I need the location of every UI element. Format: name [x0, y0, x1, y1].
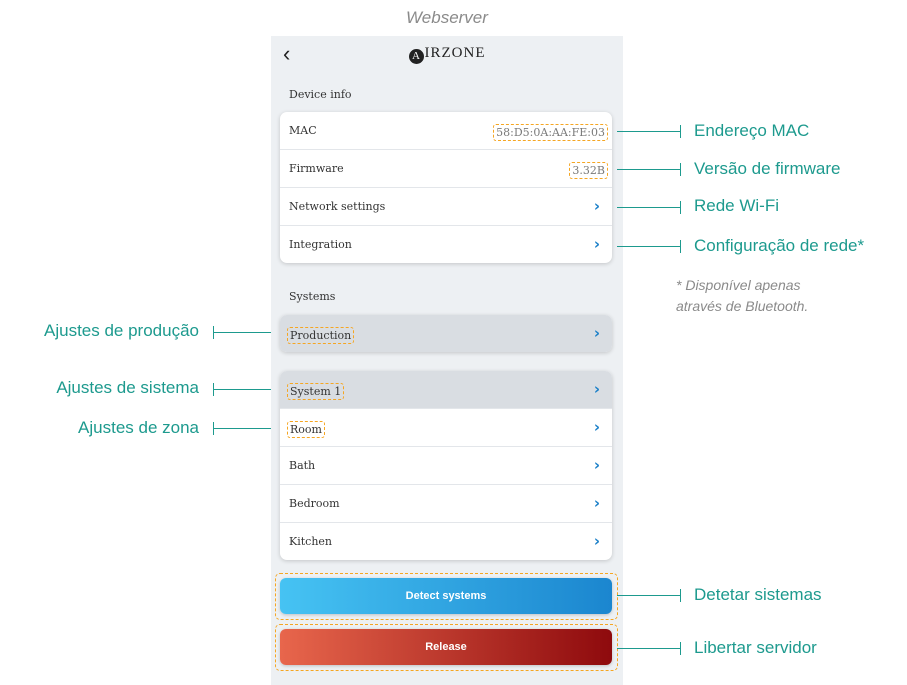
- network-settings-row[interactable]: Network settings ›: [280, 188, 612, 226]
- zone-label: Bath: [289, 459, 316, 472]
- mac-label: MAC: [289, 124, 317, 137]
- device-info-title: Device info: [289, 88, 352, 101]
- annotation-connector: [213, 383, 271, 396]
- annotation-release: Libertar servidor: [694, 638, 817, 657]
- zone-row[interactable]: Kitchen ›: [280, 523, 612, 560]
- annotation-mac: Endereço MAC: [694, 121, 810, 140]
- network-settings-label: Network settings: [289, 200, 386, 213]
- annotation-zone: Ajustes de zona: [78, 418, 199, 437]
- mac-row: MAC 58:D5:0A:AA:FE:03: [280, 112, 612, 150]
- chevron-right-icon: ›: [593, 532, 600, 550]
- zone-label: Kitchen: [289, 535, 332, 548]
- systems-card: System 1 › Room › Bath › Bedroom › Kitch…: [280, 371, 612, 560]
- chevron-right-icon: ›: [593, 197, 600, 215]
- note-line: através de Bluetooth.: [676, 298, 809, 314]
- zone-row[interactable]: Bedroom ›: [280, 485, 612, 523]
- zone-label: Bedroom: [289, 497, 340, 510]
- integration-label: Integration: [289, 238, 352, 251]
- chevron-right-icon: ›: [593, 324, 600, 342]
- annotation-system: Ajustes de sistema: [56, 378, 199, 397]
- system-label: System 1: [287, 383, 345, 400]
- production-label: Production: [287, 327, 355, 344]
- note-line: * Disponível apenas: [676, 277, 801, 293]
- annotation-detect: Detetar sistemas: [694, 585, 822, 604]
- detect-systems-button[interactable]: Detect systems: [280, 578, 612, 614]
- chevron-right-icon: ›: [593, 380, 600, 398]
- release-button[interactable]: Release: [280, 629, 612, 665]
- firmware-row: Firmware 3.32B: [280, 150, 612, 188]
- annotation-connector: [617, 589, 681, 602]
- annotation-network: Configuração de rede*: [694, 236, 865, 255]
- annotation-connector: [617, 240, 681, 253]
- zone-label: Room: [287, 421, 325, 438]
- logo-a-icon: A: [408, 49, 424, 64]
- mac-value: 58:D5:0A:AA:FE:03: [493, 124, 608, 141]
- annotation-production: Ajustes de produção: [44, 321, 199, 340]
- phone-screen: ‹ A IRZONE Device info MAC 58:D5:0A:AA:FE…: [271, 36, 623, 685]
- annotation-connector: [213, 422, 271, 435]
- annotation-connector: [213, 326, 271, 339]
- chevron-right-icon: ›: [593, 494, 600, 512]
- integration-row[interactable]: Integration ›: [280, 226, 612, 263]
- webserver-caption: Webserver: [406, 8, 488, 27]
- chevron-right-icon: ›: [593, 418, 600, 436]
- logo-text: IRZONE: [424, 45, 486, 61]
- device-info-card: MAC 58:D5:0A:AA:FE:03 Firmware 3.32B Net…: [280, 112, 612, 263]
- firmware-label: Firmware: [289, 162, 344, 175]
- production-row[interactable]: Production ›: [280, 315, 612, 352]
- annotation-connector: [617, 125, 681, 138]
- chevron-right-icon: ›: [593, 235, 600, 253]
- bluetooth-note: * Disponível apenas através de Bluetooth…: [676, 275, 876, 317]
- production-card: Production ›: [280, 315, 612, 352]
- annotation-wifi: Rede Wi-Fi: [694, 196, 780, 215]
- system-row[interactable]: System 1 ›: [280, 371, 612, 409]
- firmware-value: 3.32B: [569, 162, 608, 179]
- chevron-right-icon: ›: [593, 456, 600, 474]
- airzone-logo: A IRZONE: [271, 45, 623, 64]
- annotation-connector: [617, 163, 681, 176]
- annotation-firmware: Versão de firmware: [694, 159, 841, 178]
- annotation-connector: [617, 642, 681, 655]
- zone-row[interactable]: Room ›: [280, 409, 612, 447]
- annotation-connector: [617, 201, 681, 214]
- systems-title: Systems: [289, 290, 336, 303]
- zone-row[interactable]: Bath ›: [280, 447, 612, 485]
